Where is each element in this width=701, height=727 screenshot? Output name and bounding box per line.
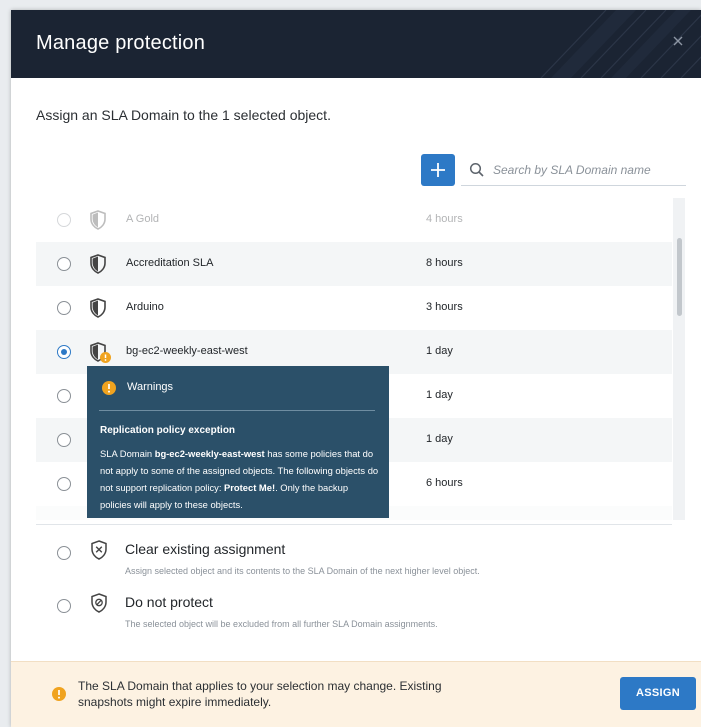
clear-assignment-title: Clear existing assignment [125,541,286,557]
sla-name: A Gold [126,213,160,225]
clear-shield-icon [91,540,107,560]
sla-frequency: 8 hours [426,257,463,269]
sla-name: Accreditation SLA [126,257,214,269]
sla-frequency: 1 day [426,389,453,401]
sla-radio[interactable] [57,433,71,447]
sla-frequency: 1 day [426,345,453,357]
warning-icon [102,381,116,395]
sla-row[interactable]: Accreditation SLA 8 hours [36,242,672,286]
no-protect-shield-icon [91,593,107,613]
sla-radio[interactable] [57,477,71,491]
clear-assignment-description: Assign selected object and its contents … [125,566,480,576]
list-divider [36,524,672,525]
sla-radio[interactable] [57,301,71,315]
dialog-header: Manage protection [11,10,701,78]
scrollbar-thumb[interactable] [677,238,682,316]
add-sla-button[interactable] [421,154,455,186]
dialog-footer: The SLA Domain that applies to your sele… [11,661,701,727]
sla-row[interactable]: A Gold 4 hours [36,198,672,242]
dialog-title: Manage protection [36,32,206,54]
list-scrollbar[interactable] [673,198,685,520]
sla-name: Arduino [126,301,164,313]
tooltip-object: Protect Me! [224,482,276,493]
assign-button[interactable]: ASSIGN [620,677,696,710]
shield-icon [90,210,106,230]
sla-row[interactable]: Arduino 3 hours [36,286,672,330]
shield-icon [90,254,106,274]
do-not-protect-description: The selected object will be excluded fro… [125,619,438,629]
search-icon [469,162,484,177]
close-icon[interactable] [669,32,687,50]
warning-icon [52,687,66,701]
tooltip-body: SLA Domain bg-ec2-weekly-east-west has s… [100,448,379,510]
sla-frequency: 3 hours [426,301,463,313]
dialog-subtitle: Assign an SLA Domain to the 1 selected o… [36,107,331,123]
footer-warning-text: The SLA Domain that applies to your sele… [78,679,442,709]
search-input[interactable] [493,157,683,183]
tooltip-title: Warnings [127,381,174,393]
tooltip-heading: Replication policy exception [100,425,236,436]
sla-radio[interactable] [57,257,71,271]
shield-icon [90,298,106,318]
sla-radio[interactable] [57,213,71,227]
tooltip-domain: bg-ec2-weekly-east-west [154,448,265,459]
sla-name: bg-ec2-weekly-east-west [126,345,248,357]
sla-radio[interactable] [57,389,71,403]
clear-assignment-radio[interactable] [57,546,71,560]
do-not-protect-radio[interactable] [57,599,71,613]
plus-icon [431,163,445,177]
manage-protection-dialog: Manage protection Assign an SLA Domain t… [11,10,701,727]
shield-warning-icon [90,342,111,363]
sla-frequency: 1 day [426,433,453,445]
search-box [461,154,686,186]
sla-frequency: 4 hours [426,213,463,225]
do-not-protect-title: Do not protect [125,594,213,610]
warning-tooltip: Warnings Replication policy exception SL… [87,366,389,518]
tooltip-divider [99,410,375,411]
sla-radio-selected[interactable] [57,345,71,359]
sla-frequency: 6 hours [426,477,463,489]
